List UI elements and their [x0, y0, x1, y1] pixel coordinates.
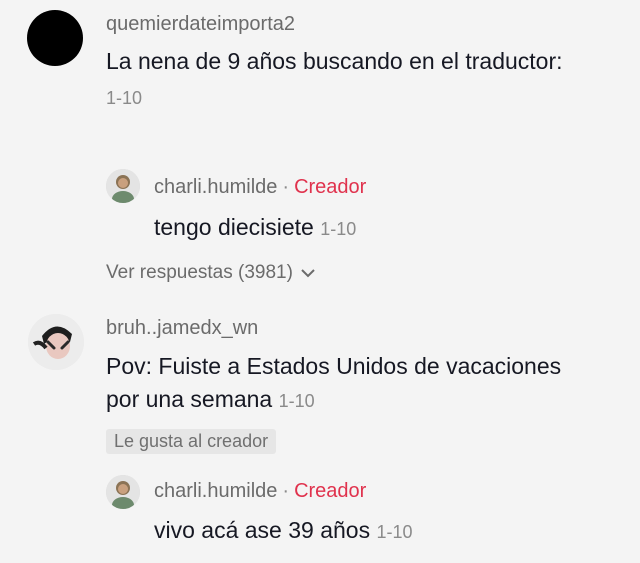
comment-date: 1-10	[278, 391, 315, 411]
commenter-avatar[interactable]	[27, 10, 83, 66]
reply-date: 1-10	[376, 522, 413, 542]
comment-username[interactable]: quemierdateimporta2	[106, 13, 295, 36]
reply-text: tengo diecisiete 1-10	[154, 211, 356, 246]
comment-text: Pov: Fuiste a Estados Unidos de vacacion…	[106, 350, 626, 418]
reply-avatar[interactable]	[106, 169, 140, 203]
reply-date: 1-10	[320, 219, 357, 239]
view-replies-button[interactable]: Ver respuestas (3981)	[106, 262, 316, 284]
separator-dot: ·	[282, 176, 290, 198]
reply-username[interactable]: charli.humilde	[154, 176, 277, 198]
comment-text-line-1: Pov: Fuiste a Estados Unidos de vacacion…	[106, 353, 562, 379]
person-avatar-icon	[28, 314, 84, 370]
comment-text: La nena de 9 años buscando en el traduct…	[106, 45, 626, 78]
comment-text-content: La nena de 9 años buscando en el traduct…	[106, 48, 563, 74]
reply-text-content: vivo acá ase 39 años	[154, 517, 371, 543]
person-avatar-icon	[106, 169, 140, 203]
reply-text: vivo acá ase 39 años 1-10	[154, 514, 413, 549]
reply-avatar[interactable]	[106, 475, 140, 509]
comment-username[interactable]: bruh..jamedx_wn	[106, 317, 258, 340]
comment-date: 1-10	[106, 88, 143, 108]
comment-text-line-2: por una semana 1-10	[106, 383, 626, 418]
reply-username-line: charli.humilde · Creador	[154, 176, 366, 199]
liked-by-creator-badge: Le gusta al creador	[106, 429, 277, 454]
creator-tag: Creador	[294, 480, 367, 502]
reply-username-line: charli.humilde · Creador	[154, 480, 366, 503]
reply-text-content: tengo diecisiete	[154, 214, 314, 240]
reply-username[interactable]: charli.humilde	[154, 480, 277, 502]
comment-text-line-2-content: por una semana	[106, 386, 273, 412]
chevron-down-icon	[300, 267, 316, 279]
view-replies-label: Ver respuestas (3981)	[106, 262, 293, 283]
person-avatar-icon	[106, 475, 140, 509]
commenter-avatar[interactable]	[28, 314, 84, 370]
separator-dot: ·	[282, 480, 290, 502]
creator-tag: Creador	[294, 176, 367, 198]
